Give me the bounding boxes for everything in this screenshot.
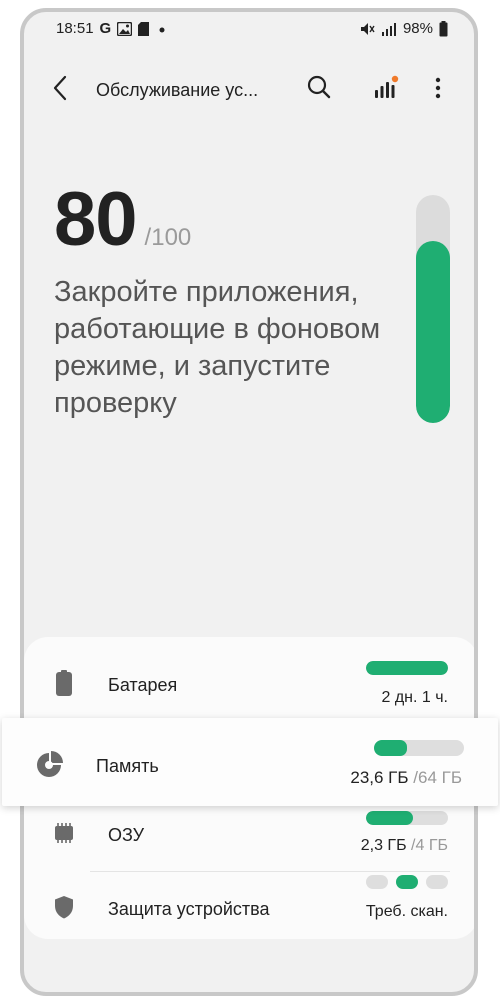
score-value: 80	[54, 177, 138, 262]
app-bar: Обслуживание ус...	[24, 60, 474, 116]
signal-strength-icon	[381, 22, 396, 36]
bar-chart-icon	[375, 75, 399, 98]
score-gauge	[416, 195, 450, 423]
page-title: Обслуживание ус...	[96, 80, 259, 100]
security-status-dots	[366, 875, 448, 889]
search-icon	[307, 75, 331, 99]
storage-value: 23,6 ГБ /64 ГБ	[350, 768, 462, 788]
battery-percentage: 98%	[402, 20, 433, 37]
storage-used: 23,6 ГБ	[350, 768, 409, 787]
ram-total: /4 ГБ	[411, 837, 448, 854]
ram-row[interactable]: ОЗУ 2,3 ГБ /4 ГБ	[24, 803, 474, 873]
mute-icon	[360, 22, 375, 35]
performance-button[interactable]	[369, 72, 401, 104]
divider	[90, 871, 450, 872]
search-button[interactable]	[303, 72, 335, 104]
ram-value: 2,3 ГБ /4 ГБ	[361, 837, 448, 855]
shield-icon	[55, 896, 73, 919]
security-label: Защита устройства	[108, 899, 270, 919]
security-row[interactable]: Защита устройства Треб. скан.	[24, 873, 474, 943]
ram-label: ОЗУ	[108, 825, 145, 845]
status-bar: 18:51 G 98%	[24, 12, 474, 44]
battery-bar	[366, 661, 448, 675]
storage-bar	[374, 740, 464, 756]
back-button[interactable]	[46, 72, 78, 104]
status-time: 18:51	[56, 20, 94, 37]
image-notification-icon	[117, 21, 133, 36]
google-notification-icon: G	[99, 20, 112, 37]
ram-chip-icon	[55, 823, 73, 843]
battery-icon	[56, 670, 72, 696]
ram-bar	[366, 811, 448, 825]
more-options-button[interactable]	[422, 72, 454, 104]
status-dot	[426, 875, 448, 889]
status-dot	[396, 875, 418, 889]
badge-dot	[391, 75, 399, 83]
ram-bar-fill	[366, 811, 413, 825]
storage-bar-fill	[374, 740, 408, 756]
more-vertical-icon	[435, 77, 441, 99]
ram-used: 2,3 ГБ	[360, 837, 407, 854]
sd-card-icon	[138, 21, 150, 36]
battery-status-icon	[439, 20, 448, 36]
battery-bar-fill	[366, 661, 448, 675]
battery-row[interactable]: Батарея 2 дн. 1 ч.	[24, 645, 474, 715]
storage-label: Память	[96, 756, 159, 776]
storage-total: /64 ГБ	[413, 768, 462, 787]
chevron-left-icon	[53, 75, 67, 101]
notification-dot-icon	[159, 27, 165, 32]
battery-value: 2 дн. 1 ч.	[381, 689, 448, 706]
score-gauge-fill	[416, 240, 450, 423]
storage-row-highlighted[interactable]: Память 23,6 ГБ /64 ГБ	[2, 718, 498, 806]
score-max: /100	[144, 224, 192, 251]
score-message: Закройте приложения, работающие в фоново…	[54, 276, 381, 419]
storage-pie-icon	[37, 751, 63, 777]
status-dot	[366, 875, 388, 889]
phone-frame: 18:51 G 98% Обслуживание ус... 80 /100 З…	[20, 8, 478, 996]
battery-label: Батарея	[108, 675, 178, 695]
score: 80 /100	[54, 176, 191, 263]
security-value: Треб. скан.	[365, 903, 448, 920]
